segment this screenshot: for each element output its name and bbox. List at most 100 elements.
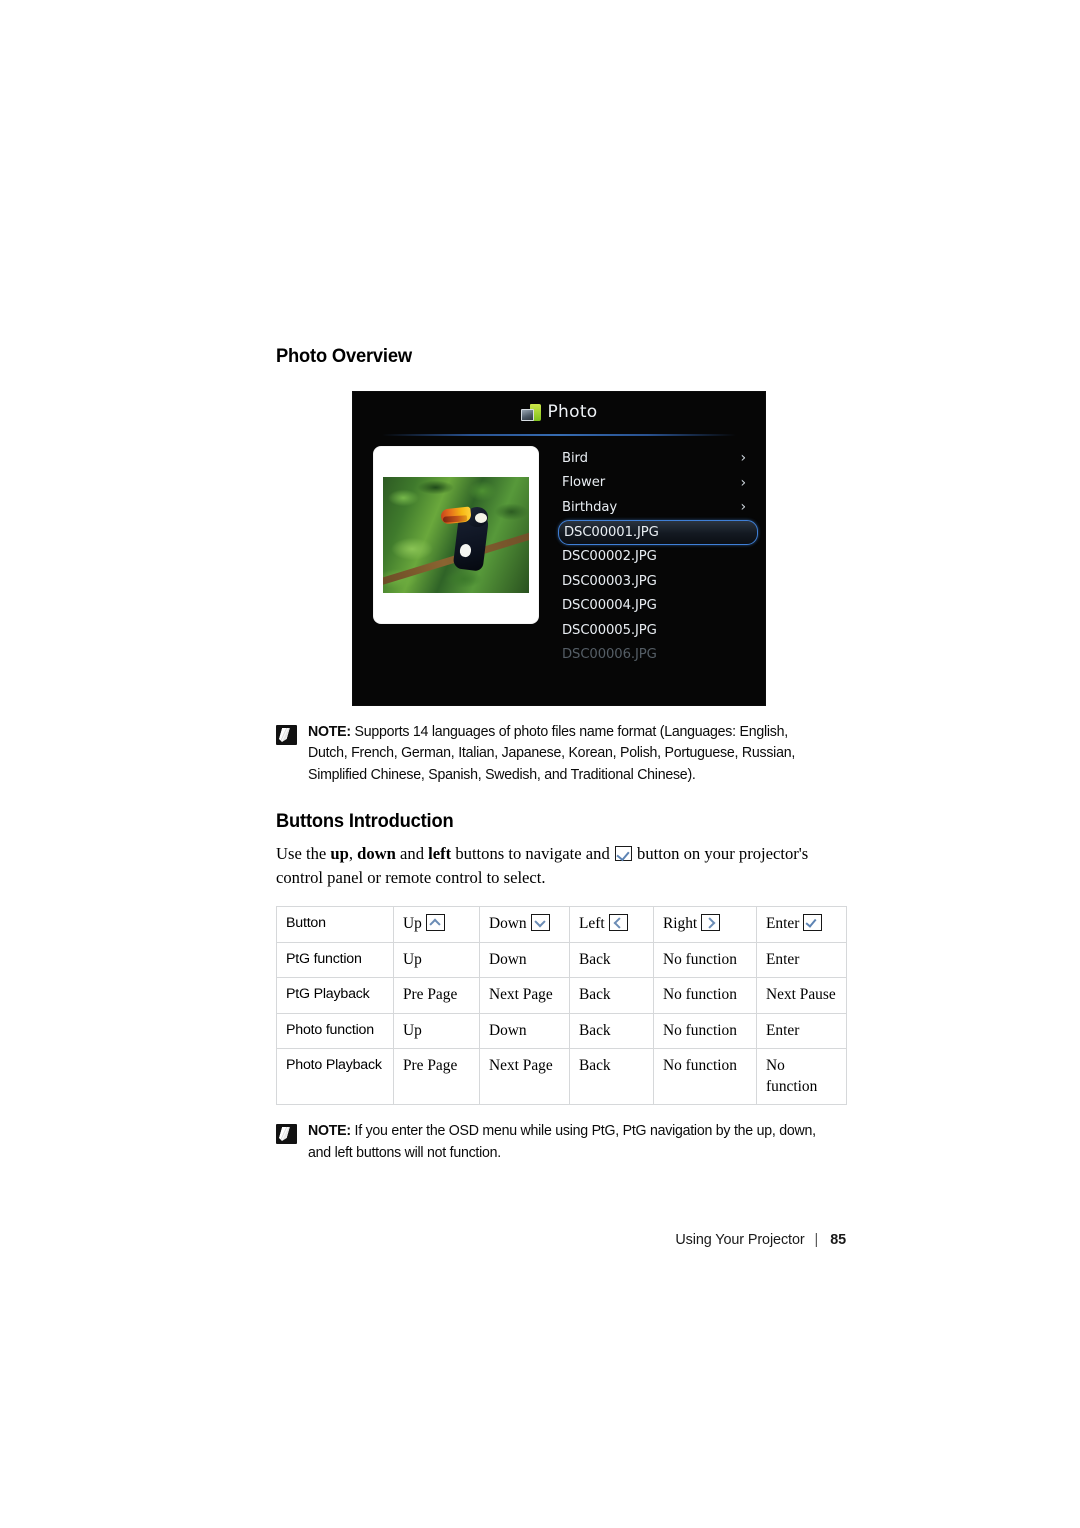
enter-check-key-icon: [614, 846, 632, 862]
row-label: Photo Playback: [276, 1048, 394, 1106]
row-label: PtG Playback: [276, 977, 394, 1014]
cell-up: Up: [393, 1012, 480, 1050]
intro-text-part2: ,: [348, 844, 358, 864]
cell-enter: Enter: [756, 941, 847, 979]
header-label: Enter: [766, 915, 800, 933]
note-body: Supports 14 languages of photo files nam…: [308, 724, 796, 783]
cell-up: Up: [393, 941, 480, 979]
left-arrow-key-icon: [608, 914, 628, 932]
list-item-label: DSC00006.JPG: [562, 647, 657, 663]
cell-left: Back: [569, 977, 654, 1014]
row-label: Photo function: [276, 1012, 394, 1050]
page-content: Photo Overview Photo Bird › Flower › Bir…: [276, 345, 847, 1164]
intro-text-part3: and: [395, 844, 429, 864]
header-label: Left: [579, 915, 605, 933]
table-row: PtG Playback Pre Page Next Page Back No …: [276, 977, 847, 1014]
cell-right: No function: [653, 977, 757, 1014]
toucan-photo-thumbnail: [383, 477, 529, 593]
page-title-photo-overview: Photo Overview: [276, 345, 412, 367]
note-text: NOTE: Supports 14 languages of photo fil…: [308, 722, 830, 786]
photo-osd-screenshot: Photo Bird › Flower › Birthday › DSC0000…: [352, 391, 766, 706]
list-item[interactable]: DSC00002.JPG: [558, 545, 758, 570]
note-block-osd: NOTE: If you enter the OSD menu while us…: [276, 1121, 846, 1164]
row-label: PtG function: [276, 941, 394, 979]
cell-enter: No function: [756, 1048, 847, 1106]
right-arrow-key-icon: [701, 914, 721, 932]
cell-right: No function: [653, 941, 757, 979]
photo-folder-icon: [520, 403, 541, 421]
note-pencil-icon: [276, 725, 297, 745]
cell-down: Down: [479, 1012, 570, 1050]
intro-bold-down: down: [357, 844, 396, 864]
cell-enter: Enter: [756, 1012, 847, 1050]
photo-preview-frame: [374, 447, 538, 623]
down-arrow-key-icon: [530, 914, 550, 932]
chevron-right-icon: ›: [740, 450, 747, 467]
intro-bold-up: up: [330, 844, 349, 864]
note-label: NOTE:: [308, 1123, 351, 1140]
photo-file-list[interactable]: Bird › Flower › Birthday › DSC00001.JPG …: [558, 446, 758, 667]
header-label: Button: [286, 915, 326, 932]
cell-left: Back: [569, 941, 654, 979]
osd-divider: [381, 434, 737, 436]
list-item-label: DSC00002.JPG: [562, 549, 657, 565]
footer-separator: |: [814, 1232, 819, 1248]
table-header-button: Button: [276, 906, 394, 943]
cell-up: Pre Page: [393, 1048, 480, 1106]
list-item-label: DSC00003.JPG: [562, 573, 657, 589]
table-header-right: Right: [653, 906, 757, 943]
list-item[interactable]: Bird ›: [558, 446, 758, 471]
list-item[interactable]: DSC00005.JPG: [558, 618, 758, 643]
page-title-buttons-introduction: Buttons Introduction: [276, 810, 454, 833]
list-item[interactable]: Birthday ›: [558, 495, 758, 520]
list-item[interactable]: DSC00003.JPG: [558, 569, 758, 594]
cell-up: Pre Page: [393, 977, 480, 1014]
cell-left: Back: [569, 1012, 654, 1050]
osd-title-label: Photo: [547, 402, 598, 422]
list-item-label: DSC00005.JPG: [562, 622, 657, 638]
list-item[interactable]: DSC00006.JPG: [558, 643, 758, 668]
table-row: Photo function Up Down Back No function …: [276, 1012, 847, 1050]
cell-down: Next Page: [479, 1048, 570, 1106]
document-page: Photo Overview Photo Bird › Flower › Bir…: [0, 0, 1080, 1528]
list-item-label: DSC00004.JPG: [562, 598, 657, 614]
header-label: Right: [663, 915, 698, 933]
buttons-intro-paragraph: Use the up, down and left buttons to nav…: [276, 842, 846, 889]
chevron-right-icon: ›: [740, 499, 747, 516]
note-text: NOTE: If you enter the OSD menu while us…: [308, 1121, 830, 1164]
intro-text-part1: Use the: [276, 844, 331, 864]
list-item[interactable]: Flower ›: [558, 471, 758, 496]
note-pencil-icon: [276, 1124, 297, 1145]
table-header-row: Button Up Down Left Right Enter: [276, 906, 847, 943]
intro-text-part4: buttons to navigate and: [451, 844, 614, 864]
cell-down: Next Page: [479, 977, 570, 1014]
cell-right: No function: [653, 1048, 757, 1106]
note-block-languages: NOTE: Supports 14 languages of photo fil…: [276, 722, 846, 786]
table-row: Photo Playback Pre Page Next Page Back N…: [276, 1048, 847, 1106]
list-item-label: Birthday: [562, 499, 618, 515]
enter-check-key-icon: [803, 914, 823, 932]
cell-down: Down: [479, 941, 570, 979]
page-number: 85: [830, 1232, 846, 1248]
up-arrow-key-icon: [425, 914, 445, 932]
note-label: NOTE:: [308, 724, 351, 740]
cell-left: Back: [569, 1048, 654, 1106]
header-label: Up: [403, 915, 422, 933]
list-item[interactable]: DSC00004.JPG: [558, 594, 758, 619]
table-header-down: Down: [479, 906, 570, 943]
chevron-right-icon: ›: [740, 474, 747, 491]
footer-chapter: Using Your Projector: [675, 1232, 805, 1248]
table-header-enter: Enter: [756, 906, 847, 943]
table-row: PtG function Up Down Back No function En…: [276, 941, 847, 979]
intro-bold-left: left: [428, 844, 452, 864]
header-label: Down: [489, 915, 527, 933]
osd-header: Photo: [353, 402, 765, 422]
list-item-label: Flower: [562, 475, 606, 491]
note-body: If you enter the OSD menu while using Pt…: [308, 1123, 816, 1161]
list-item-selected[interactable]: DSC00001.JPG: [558, 519, 758, 545]
list-item-label: Bird: [562, 450, 588, 466]
cell-right: No function: [653, 1012, 757, 1050]
button-function-table: Button Up Down Left Right Enter PtG func…: [276, 906, 847, 1106]
table-header-up: Up: [393, 906, 480, 943]
page-footer: Using Your Projector | 85: [276, 1232, 846, 1248]
